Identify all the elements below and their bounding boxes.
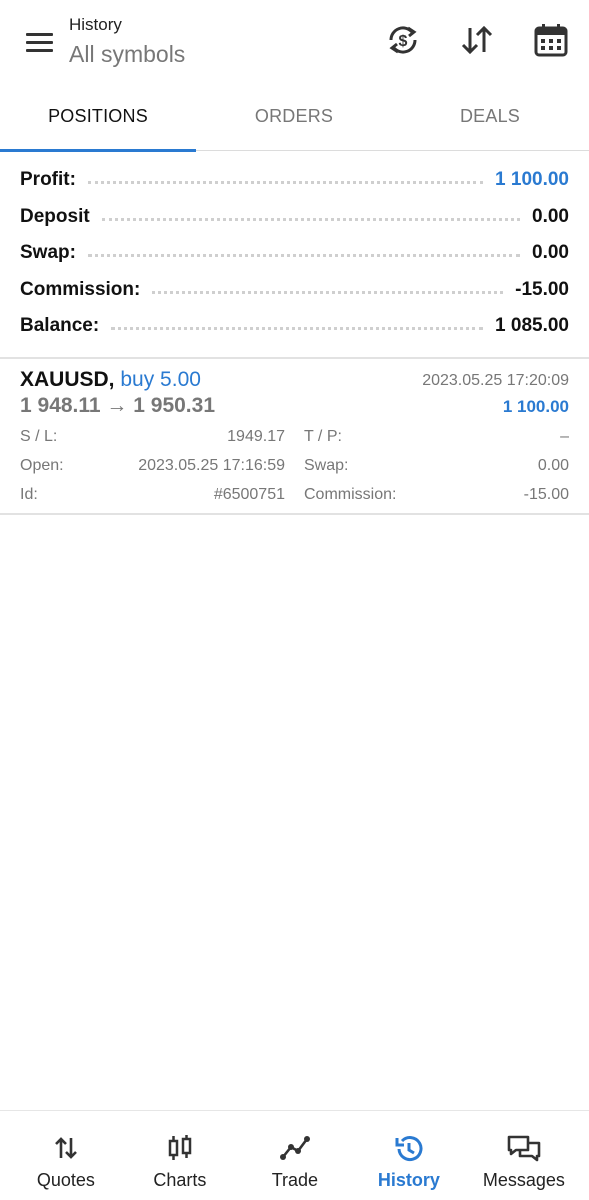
nav-trade[interactable]: Trade — [236, 1111, 354, 1200]
sl-value: 1949.17 — [227, 428, 285, 445]
summary-label: Balance: — [20, 315, 100, 337]
dot-leader — [101, 217, 521, 221]
currency-exchange-icon[interactable]: $ — [383, 20, 423, 60]
sl-label: S / L: — [20, 428, 58, 445]
tp-label: T / P: — [304, 428, 342, 445]
summary-label: Deposit — [20, 205, 90, 227]
summary-value: 0.00 — [532, 242, 569, 264]
svg-text:$: $ — [399, 33, 408, 50]
summary-section: Profit: 1 100.00 Deposit 0.00 Swap: 0.00… — [0, 162, 589, 345]
open-value: 2023.05.25 17:16:59 — [138, 457, 285, 474]
swap-label: Swap: — [304, 457, 349, 474]
nav-label: Messages — [482, 1170, 565, 1190]
history-tabs: POSITIONS ORDERS DEALS — [0, 94, 589, 152]
dot-leader — [87, 253, 521, 258]
nav-label: Quotes — [36, 1170, 95, 1190]
trade-line-icon — [279, 1136, 310, 1160]
messages-icon — [507, 1135, 541, 1162]
dot-leader — [152, 290, 504, 294]
app-header: History All symbols $ — [0, 0, 589, 88]
close-time: 2023.05.25 17:20:09 — [422, 372, 569, 389]
nav-charts[interactable]: Charts — [121, 1111, 239, 1200]
bottom-nav: Quotes Charts Trade History Messages — [0, 1110, 589, 1200]
nav-label: Charts — [153, 1170, 207, 1190]
nav-messages[interactable]: Messages — [465, 1111, 583, 1200]
summary-label: Swap: — [20, 242, 76, 264]
summary-label: Profit: — [20, 169, 76, 191]
id-label: Id: — [20, 486, 38, 503]
active-tab-indicator — [0, 149, 196, 152]
symbol-name: XAUUSD, — [20, 368, 115, 391]
trade-action: buy 5.00 — [120, 368, 201, 391]
summary-value: 1 085.00 — [495, 315, 569, 337]
tp-value: – — [560, 428, 569, 445]
position-card[interactable]: XAUUSD, buy 5.00 1 948.11 → 1 950.31 202… — [0, 359, 589, 515]
history-clock-icon — [395, 1136, 423, 1162]
dot-leader — [111, 326, 484, 331]
summary-row-profit: Profit: 1 100.00 — [0, 162, 589, 199]
summary-row-commission: Commission: -15.00 — [0, 272, 589, 309]
symbol-filter[interactable]: All symbols — [69, 39, 185, 69]
menu-icon[interactable] — [22, 26, 58, 56]
commission-label: Commission: — [304, 486, 397, 503]
summary-value: -15.00 — [515, 278, 569, 300]
sort-icon[interactable] — [457, 20, 497, 60]
swap-value: 0.00 — [537, 457, 569, 474]
price-range: 1 948.11 → 1 950.31 — [20, 394, 215, 417]
summary-row-swap: Swap: 0.00 — [0, 235, 589, 272]
page-title: History — [69, 15, 122, 34]
summary-row-balance: Balance: 1 085.00 — [0, 308, 589, 345]
candlestick-icon — [168, 1135, 192, 1160]
commission-value: -15.00 — [523, 486, 569, 503]
title-block[interactable]: History All symbols — [69, 14, 185, 69]
summary-label: Commission: — [20, 278, 141, 300]
quotes-arrows-icon — [54, 1137, 77, 1159]
summary-value: 0.00 — [532, 205, 569, 227]
summary-value: 1 100.00 — [495, 169, 569, 191]
nav-history[interactable]: History — [350, 1111, 468, 1200]
tab-positions[interactable]: POSITIONS — [0, 94, 196, 152]
position-symbol: XAUUSD, buy 5.00 — [20, 368, 201, 392]
tab-orders[interactable]: ORDERS — [196, 94, 392, 150]
nav-label: History — [377, 1170, 440, 1190]
position-profit: 1 100.00 — [502, 397, 569, 416]
summary-row-deposit: Deposit 0.00 — [0, 199, 589, 236]
open-label: Open: — [20, 457, 64, 474]
nav-quotes[interactable]: Quotes — [7, 1111, 125, 1200]
dot-leader — [87, 180, 484, 185]
id-value: #6500751 — [213, 486, 285, 503]
calendar-icon[interactable] — [531, 20, 571, 60]
tab-deals[interactable]: DEALS — [392, 94, 588, 150]
nav-label: Trade — [271, 1170, 319, 1190]
